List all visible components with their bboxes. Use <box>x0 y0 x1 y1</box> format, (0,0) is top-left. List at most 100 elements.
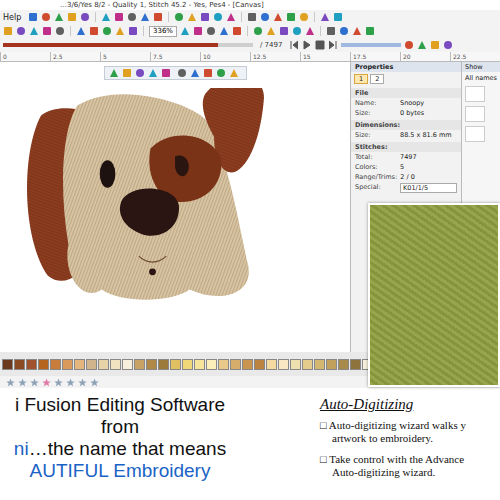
toolbar-tool-icon[interactable] <box>365 26 375 36</box>
name-filter[interactable]: All names <box>462 72 500 84</box>
toolbar-tool-icon[interactable] <box>443 40 453 50</box>
toolbar-tool-icon[interactable] <box>404 40 414 50</box>
thread-swatch[interactable] <box>86 359 97 370</box>
toolbar-tool-icon[interactable] <box>232 26 242 36</box>
toolbar-tool-icon[interactable] <box>89 26 99 36</box>
star-icon[interactable] <box>6 378 15 387</box>
thread-swatch[interactable] <box>38 359 49 370</box>
thread-swatch[interactable] <box>62 359 73 370</box>
thread-swatch[interactable] <box>194 359 205 370</box>
thread-swatch[interactable] <box>266 359 277 370</box>
thread-swatch[interactable] <box>350 359 361 370</box>
toolbar-tool-icon[interactable] <box>260 12 270 22</box>
toolbar-tool-icon[interactable] <box>193 26 203 36</box>
toolbar-tool-icon[interactable] <box>80 12 90 22</box>
star-icon[interactable] <box>66 378 75 387</box>
toolbar-tool-icon[interactable] <box>127 12 137 22</box>
thread-swatch[interactable] <box>338 359 349 370</box>
toolbar-tool-icon[interactable] <box>115 26 125 36</box>
player-control-icon[interactable] <box>315 40 325 50</box>
design-thumbnail[interactable] <box>465 126 485 142</box>
design-canvas[interactable] <box>0 62 351 352</box>
toolbar-tool-icon[interactable] <box>153 12 163 22</box>
toolbar-tool-icon[interactable] <box>216 68 226 78</box>
toolbar-tool-icon[interactable] <box>417 40 427 50</box>
star-icon[interactable] <box>54 378 63 387</box>
thread-swatch[interactable] <box>14 359 25 370</box>
thread-swatch[interactable] <box>74 359 85 370</box>
toolbar-tool-icon[interactable] <box>42 26 52 36</box>
toolbar-tool-icon[interactable] <box>180 26 190 36</box>
thread-swatch[interactable] <box>110 359 121 370</box>
toolbar-tool-icon[interactable] <box>122 68 132 78</box>
star-icon[interactable] <box>78 378 87 387</box>
thread-swatch[interactable] <box>254 359 265 370</box>
thread-swatch[interactable] <box>278 359 289 370</box>
design-thumbnail[interactable] <box>465 106 485 122</box>
thread-swatch[interactable] <box>206 359 217 370</box>
toolbar-tool-icon[interactable] <box>102 26 112 36</box>
thread-swatch[interactable] <box>134 359 145 370</box>
toolbar-tool-icon[interactable] <box>190 68 200 78</box>
toolbar-tool-icon[interactable] <box>339 26 349 36</box>
toolbar-tool-icon[interactable] <box>41 12 51 22</box>
toolbar-tool-icon[interactable] <box>174 12 184 22</box>
thread-swatch[interactable] <box>50 359 61 370</box>
toolbar-tool-icon[interactable] <box>352 26 362 36</box>
toolbar-tool-icon[interactable] <box>16 26 26 36</box>
toolbar-tool-icon[interactable] <box>219 26 229 36</box>
star-icon[interactable] <box>18 378 27 387</box>
toolbar-tool-icon[interactable] <box>213 12 223 22</box>
toolbar-tool-icon[interactable] <box>54 12 64 22</box>
thread-swatch[interactable] <box>2 359 13 370</box>
help-menu[interactable]: Help <box>3 13 25 22</box>
dog-embroidery-design[interactable] <box>0 88 350 352</box>
star-icon[interactable] <box>90 378 99 387</box>
toolbar-tool-icon[interactable] <box>305 26 315 36</box>
toolbar-tool-icon[interactable] <box>266 26 276 36</box>
toolbar-tool-icon[interactable] <box>253 26 263 36</box>
toolbar-tool-icon[interactable] <box>187 12 197 22</box>
toolbar-tool-icon[interactable] <box>28 12 38 22</box>
toolbar-tool-icon[interactable] <box>299 12 309 22</box>
zoom-field[interactable]: 336% <box>149 26 177 37</box>
toolbar-tool-icon[interactable] <box>29 26 39 36</box>
thread-swatch[interactable] <box>98 359 109 370</box>
toolbar-tool-icon[interactable] <box>109 68 119 78</box>
toolbar-tool-icon[interactable] <box>320 12 330 22</box>
toolbar-tool-icon[interactable] <box>430 40 440 50</box>
toolbar-tool-icon[interactable] <box>128 26 138 36</box>
toolbar-tool-icon[interactable] <box>206 26 216 36</box>
thread-swatch[interactable] <box>182 359 193 370</box>
thread-swatch[interactable] <box>242 359 253 370</box>
toolbar-tool-icon[interactable] <box>76 26 86 36</box>
speed-slider[interactable] <box>341 43 401 47</box>
toolbar-tool-icon[interactable] <box>55 26 65 36</box>
toolbar-tool-icon[interactable] <box>114 12 124 22</box>
toolbar-tool-icon[interactable] <box>67 12 77 22</box>
toolbar-tool-icon[interactable] <box>229 68 239 78</box>
toolbar-tool-icon[interactable] <box>148 68 158 78</box>
toolbar-tool-icon[interactable] <box>326 26 336 36</box>
toolbar-tool-icon[interactable] <box>140 12 150 22</box>
thread-swatch[interactable] <box>170 359 181 370</box>
star-icon[interactable] <box>42 378 51 387</box>
toolbar-tool-icon[interactable] <box>286 12 296 22</box>
thread-swatch[interactable] <box>146 359 157 370</box>
toolbar-tool-icon[interactable] <box>3 26 13 36</box>
thread-swatch[interactable] <box>326 359 337 370</box>
thread-swatch[interactable] <box>230 359 241 370</box>
thread-swatch[interactable] <box>158 359 169 370</box>
toolbar-tool-icon[interactable] <box>135 68 145 78</box>
toolbar-tool-icon[interactable] <box>101 12 111 22</box>
thread-swatch[interactable] <box>290 359 301 370</box>
toolbar-tool-icon[interactable] <box>203 68 213 78</box>
toolbar-tool-icon[interactable] <box>200 12 210 22</box>
thread-swatch[interactable] <box>314 359 325 370</box>
properties-tab[interactable]: 1 <box>354 74 368 84</box>
star-icon[interactable] <box>30 378 39 387</box>
toolbar-tool-icon[interactable] <box>279 26 289 36</box>
toolbar-tool-icon[interactable] <box>292 26 302 36</box>
toolbar-tool-icon[interactable] <box>226 12 236 22</box>
player-control-icon[interactable] <box>289 40 299 50</box>
